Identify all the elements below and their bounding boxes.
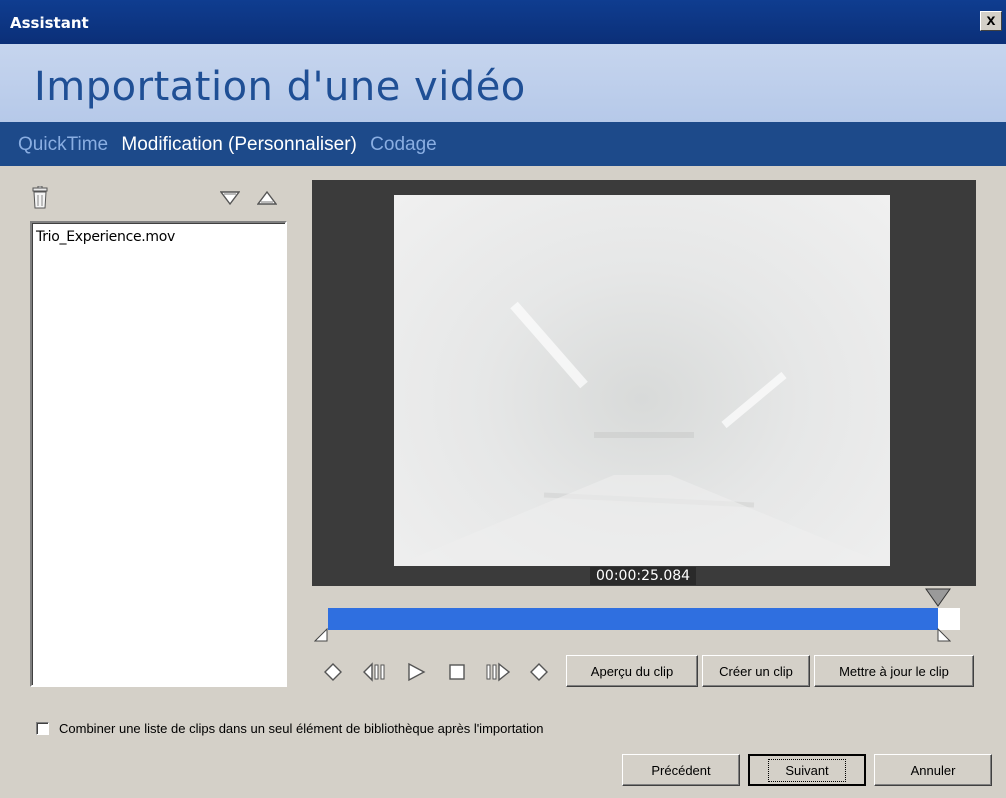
previous-button[interactable]: Précédent <box>622 754 740 786</box>
playhead-icon[interactable] <box>925 588 951 613</box>
step-quicktime[interactable]: QuickTime <box>18 134 108 155</box>
step-forward-icon[interactable] <box>484 661 512 688</box>
trash-icon[interactable] <box>30 185 50 215</box>
video-frame <box>394 195 890 566</box>
selected-range <box>328 608 938 630</box>
move-down-icon[interactable] <box>219 190 241 211</box>
timeline[interactable] <box>312 588 972 650</box>
step-codage[interactable]: Codage <box>370 134 437 155</box>
stop-icon[interactable] <box>448 663 466 686</box>
preview-clip-button[interactable]: Aperçu du clip <box>566 655 698 687</box>
combine-option: Combiner une liste de clips dans un seul… <box>36 718 544 738</box>
window-title: Assistant <box>10 14 89 32</box>
clip-list[interactable]: Trio_Experience.mov <box>30 221 287 687</box>
update-clip-button[interactable]: Mettre à jour le clip <box>814 655 974 687</box>
move-up-icon[interactable] <box>256 190 278 211</box>
next-button-label: Suivant <box>768 758 846 782</box>
create-clip-button[interactable]: Créer un clip <box>702 655 810 687</box>
list-item[interactable]: Trio_Experience.mov <box>32 223 285 251</box>
go-to-end-icon[interactable] <box>528 661 550 688</box>
step-back-icon[interactable] <box>362 661 390 688</box>
close-button[interactable]: x <box>980 11 1002 31</box>
title-bar: Assistant x <box>0 0 1006 44</box>
play-icon[interactable] <box>405 661 427 688</box>
out-point-handle-icon[interactable] <box>937 627 952 647</box>
video-preview-panel: 00:00:25.084 <box>312 180 976 586</box>
clip-list-toolbar <box>30 184 292 214</box>
wizard-header: Importation d'une vidéo <box>0 44 1006 122</box>
step-bar: QuickTime Modification (Personnaliser) C… <box>0 122 1006 166</box>
step-modification[interactable]: Modification (Personnaliser) <box>121 134 357 155</box>
close-icon: x <box>986 12 996 29</box>
combine-label[interactable]: Combiner une liste de clips dans un seul… <box>59 721 544 736</box>
combine-checkbox[interactable] <box>36 721 49 735</box>
timecode-display: 00:00:25.084 <box>590 567 697 585</box>
page-title: Importation d'une vidéo <box>34 64 526 110</box>
cancel-button[interactable]: Annuler <box>874 754 992 786</box>
in-point-handle-icon[interactable] <box>313 627 328 647</box>
next-button[interactable]: Suivant <box>748 754 866 786</box>
transport-controls: Aperçu du clip Créer un clip Mettre à jo… <box>318 655 978 691</box>
go-to-start-icon[interactable] <box>322 661 344 688</box>
